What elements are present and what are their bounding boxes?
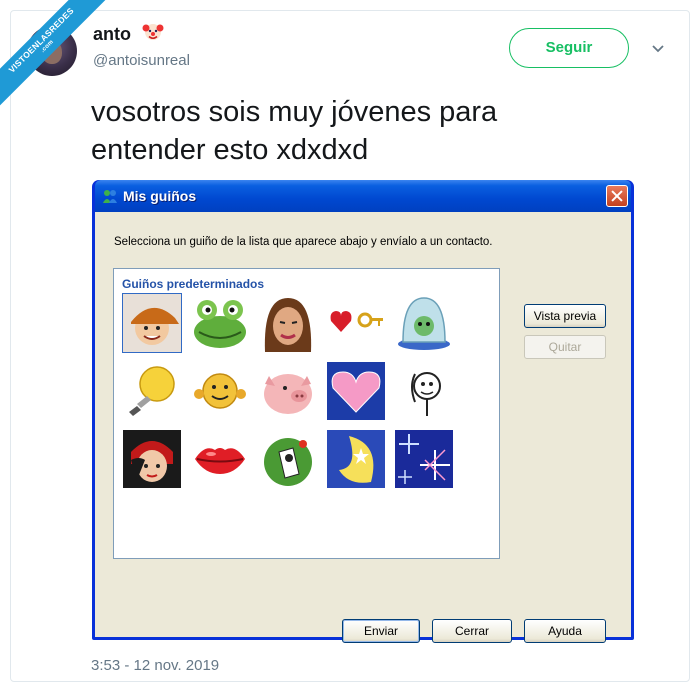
wink-item[interactable] [122,429,182,489]
dialog-instruction: Selecciona un guiño de la lista que apar… [114,236,493,248]
heart-icon [327,362,385,420]
wink-item[interactable] [122,361,182,421]
watermark-text: VISTOENLASREDES [6,5,76,75]
follow-button[interactable]: Seguir [509,28,629,68]
lightbulb-icon [129,366,175,416]
wink-item[interactable] [326,293,386,353]
dialog-body: Selecciona un guiño de la lista que apar… [95,212,631,643]
wink-item[interactable] [258,293,318,353]
close-button[interactable]: Cerrar [432,619,512,643]
woman-face-icon [264,298,312,352]
wink-item[interactable] [258,429,318,489]
wink-item[interactable] [122,293,182,353]
watermark: VISTOENLASREDES .com [0,0,120,120]
green-creature-icon [264,438,312,486]
sparkles-icon [395,430,453,488]
smiley-icon [194,373,246,409]
wink-item[interactable] [258,361,318,421]
stickman-icon [411,372,441,416]
wink-item[interactable] [326,429,386,489]
devil-girl-icon [123,430,181,488]
wink-item[interactable] [394,361,454,421]
tweet-text-line: entender esto xdxdxd [91,134,369,166]
dome-alien-icon [398,297,450,350]
frog-icon [194,300,246,348]
close-icon[interactable] [606,185,628,207]
clown-emoji-icon [142,24,164,40]
wink-item[interactable] [190,361,250,421]
wink-item[interactable] [394,429,454,489]
wink-item[interactable] [394,293,454,353]
dialog-titlebar[interactable]: Mis guiños [95,180,631,212]
tweet-text-line: vosotros sois muy jóvenes para [91,96,498,128]
preview-button[interactable]: Vista previa [524,304,606,328]
dialog-title: Mis guiños [123,188,197,204]
kiss-lips-icon [195,448,245,474]
remove-button[interactable]: Quitar [524,335,606,359]
wink-item[interactable] [326,361,386,421]
winks-list[interactable]: Guiños predeterminados [113,268,500,559]
heart-key-icon [330,311,383,332]
cap-boy-icon [123,294,181,352]
chevron-down-icon[interactable] [650,40,666,56]
tweet-timestamp[interactable]: 3:53 - 12 nov. 2019 [91,657,219,674]
winks-list-heading: Guiños predeterminados [122,277,265,291]
moon-icon [327,430,385,488]
help-button[interactable]: Ayuda [524,619,606,643]
wink-item[interactable] [190,429,250,489]
messenger-icon [103,190,117,203]
pig-icon [264,374,312,414]
tweet-text: vosotros sois muy jóvenes para entender … [91,93,651,169]
winks-dialog: Mis guiños Selecciona un guiño de la lis… [92,180,634,643]
wink-item[interactable] [190,293,250,353]
watermark-ribbon: VISTOENLASREDES .com [0,0,117,116]
send-button[interactable]: Enviar [342,619,420,643]
